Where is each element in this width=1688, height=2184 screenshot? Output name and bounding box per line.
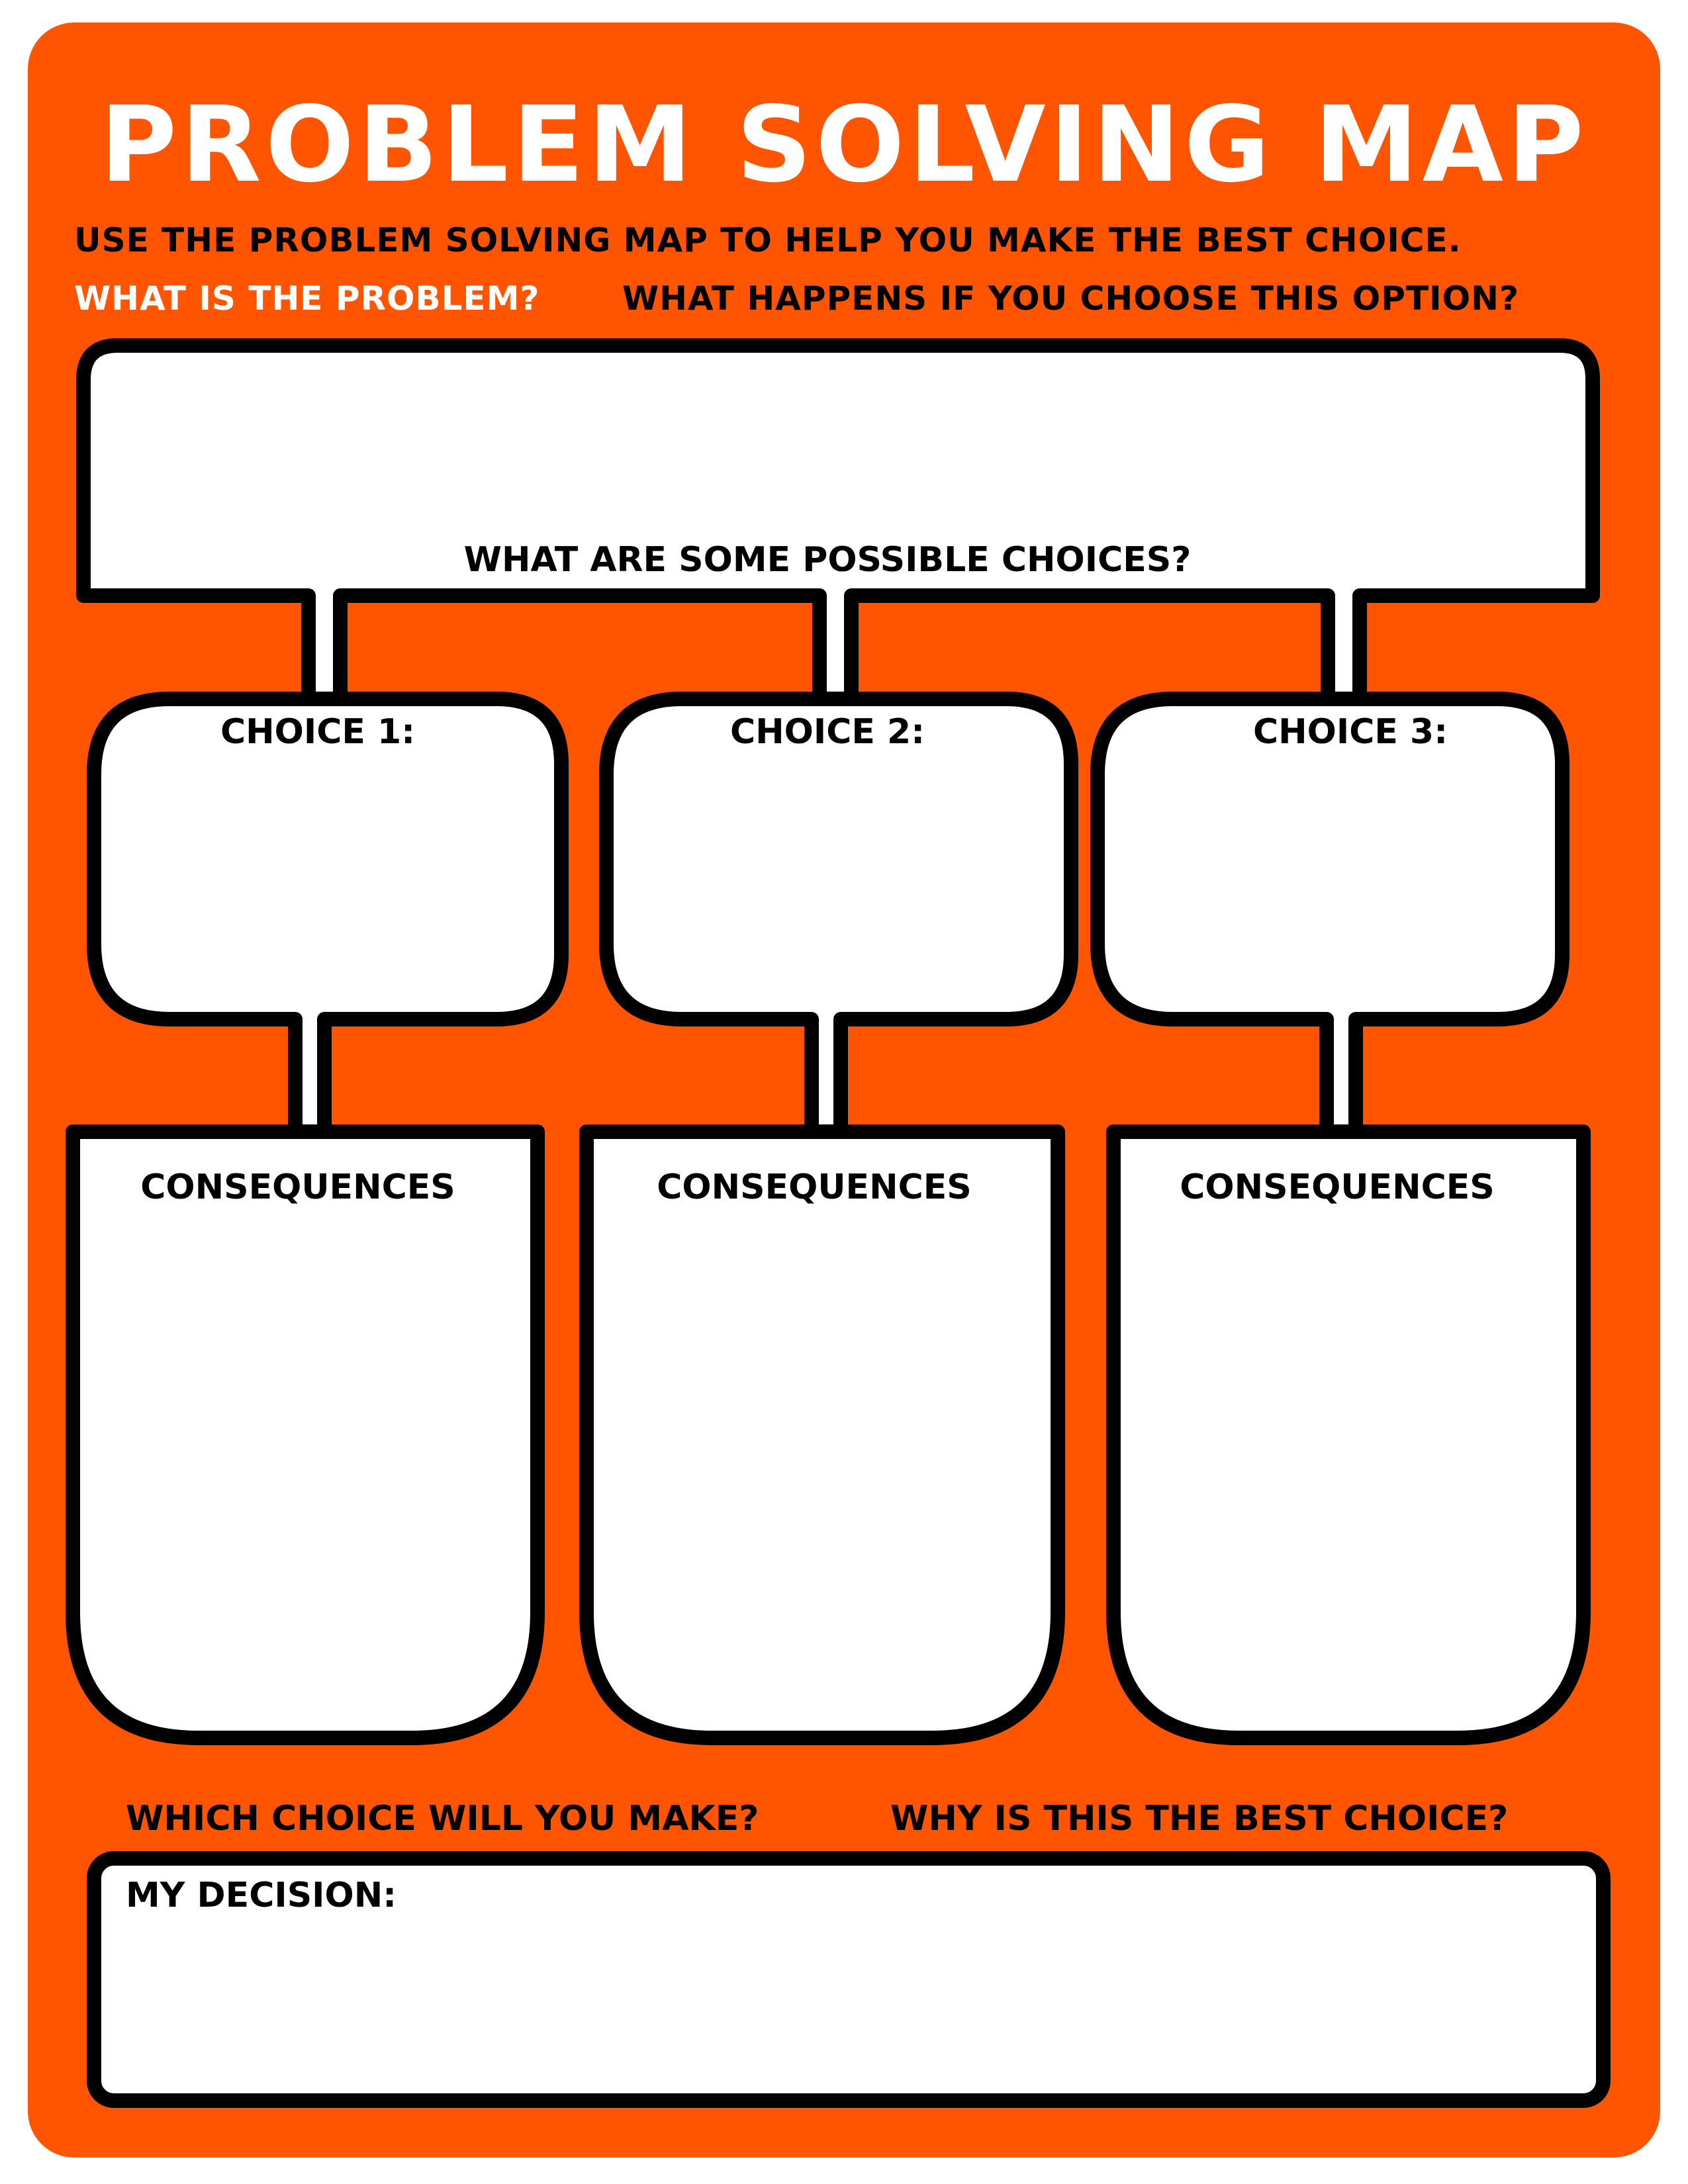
- consequences-3-writing-area[interactable]: [1127, 1224, 1570, 1714]
- which-choice-prompt: WHICH CHOICE WILL YOU MAKE?: [126, 1799, 759, 1839]
- problem-prompt: WHAT IS THE PROBLEM?: [74, 279, 540, 318]
- choices-prompt: WHAT ARE SOME POSSIBLE CHOICES?: [463, 540, 1192, 580]
- decision-writing-area[interactable]: [106, 1926, 1589, 2085]
- consequences-2-label: CONSEQUENCES: [657, 1167, 972, 1207]
- choice-3-label: CHOICE 3:: [1253, 712, 1448, 752]
- option-prompt: WHAT HAPPENS IF YOU CHOOSE THIS OPTION?: [622, 279, 1519, 318]
- worksheet-graphic: [28, 23, 1660, 2158]
- choice-2-writing-area[interactable]: [622, 761, 1059, 1006]
- choice-1-writing-area[interactable]: [113, 761, 549, 1006]
- problem-writing-area[interactable]: [93, 355, 1583, 533]
- choice-3-writing-area[interactable]: [1112, 761, 1549, 1006]
- consequences-2-writing-area[interactable]: [600, 1224, 1043, 1714]
- why-prompt: WHY IS THIS THE BEST CHOICE?: [890, 1799, 1509, 1839]
- instruction-text: USE THE PROBLEM SOLVING MAP TO HELP YOU …: [74, 221, 1462, 259]
- consequences-1-writing-area[interactable]: [86, 1224, 523, 1714]
- consequences-3-label: CONSEQUENCES: [1180, 1167, 1495, 1207]
- choice-1-label: CHOICE 1:: [220, 712, 415, 752]
- choice-2-label: CHOICE 2:: [730, 712, 925, 752]
- page-title: PROBLEM SOLVING MAP: [100, 84, 1588, 206]
- decision-label: MY DECISION:: [126, 1876, 397, 1915]
- consequences-1-label: CONSEQUENCES: [140, 1167, 455, 1207]
